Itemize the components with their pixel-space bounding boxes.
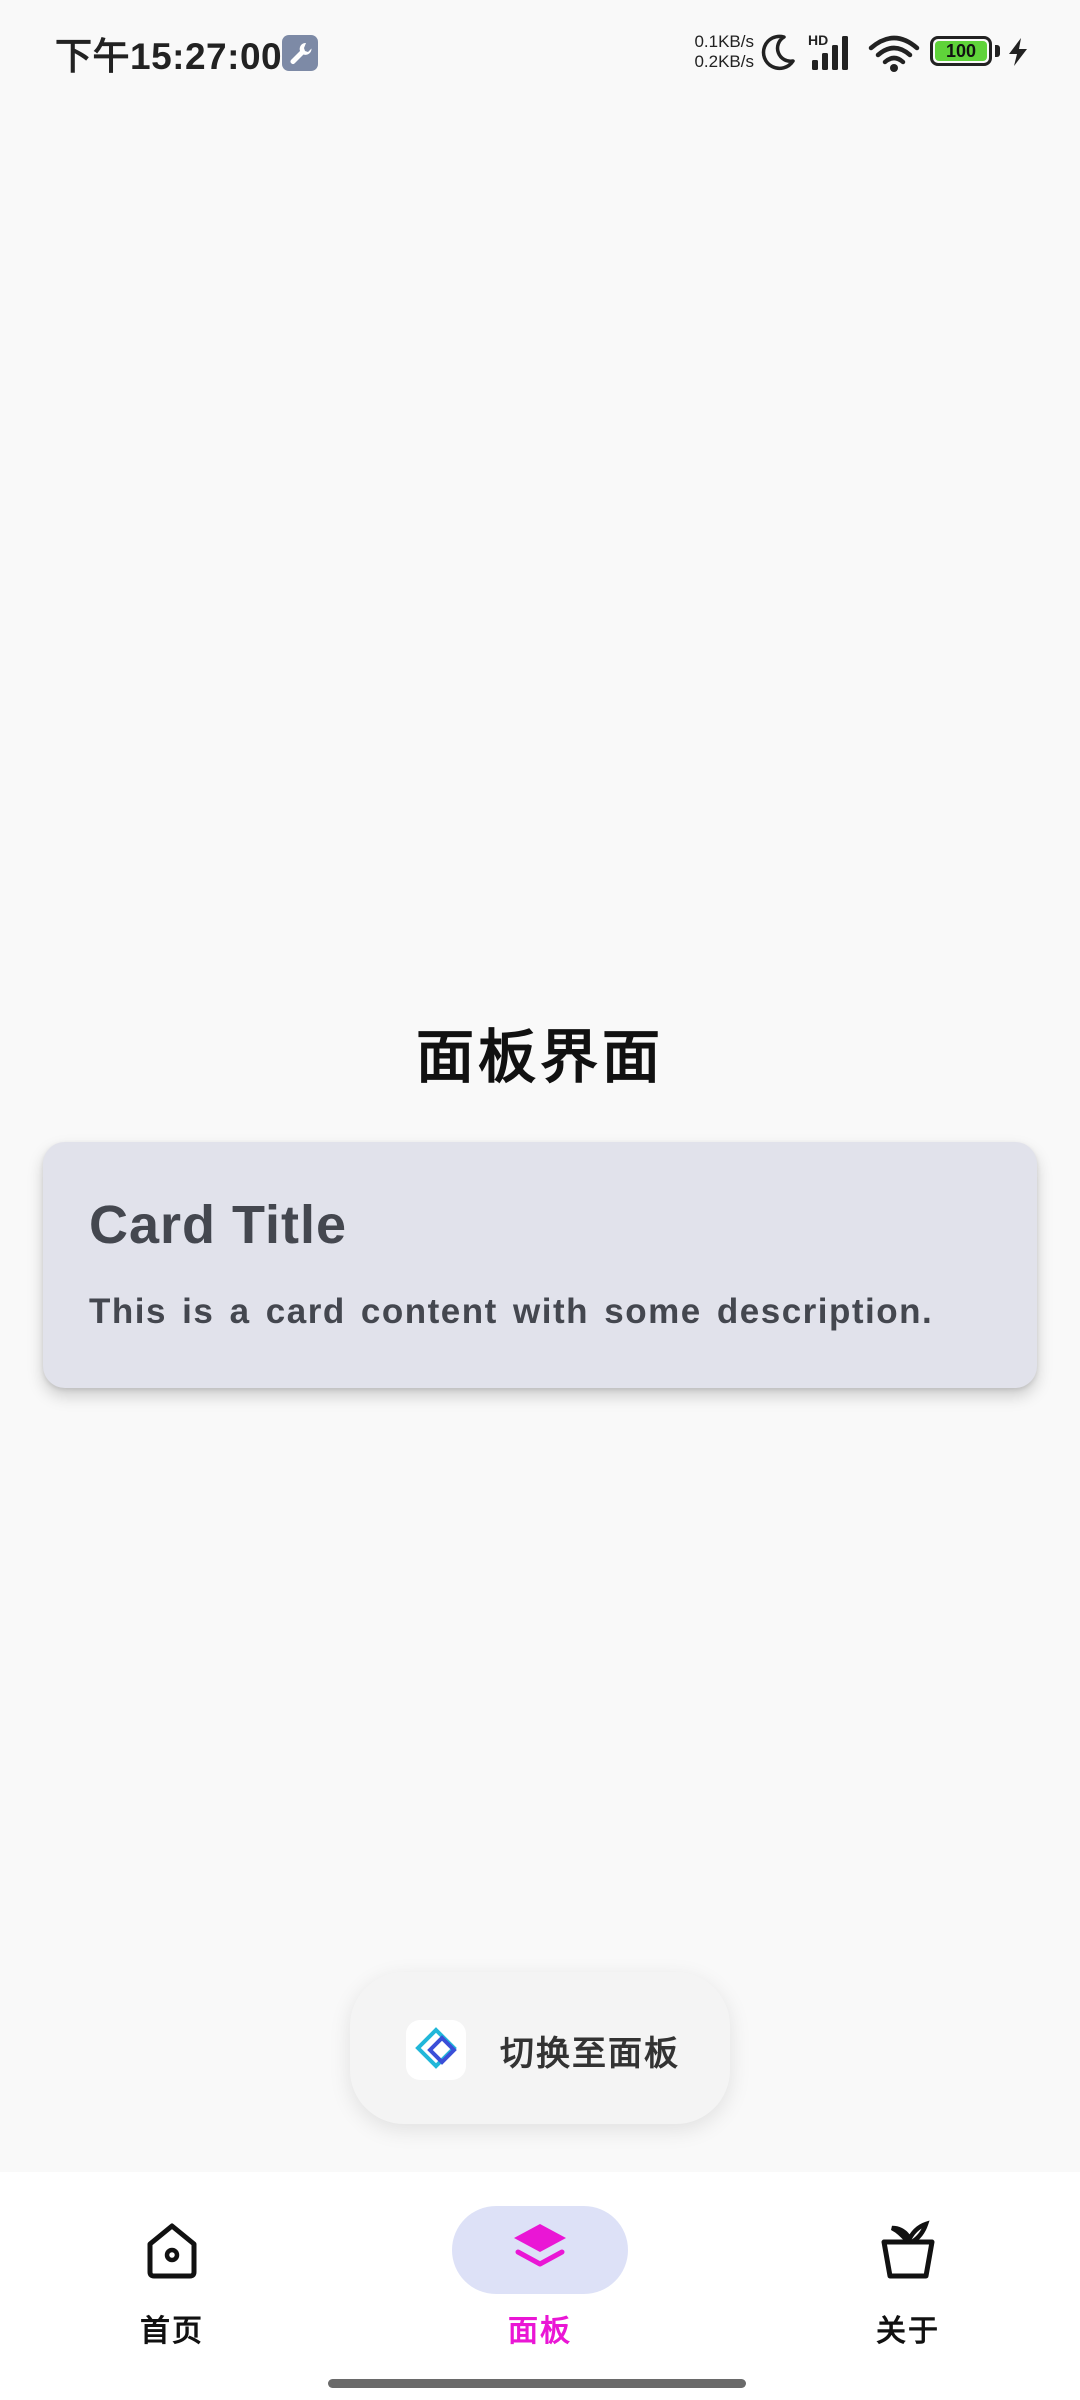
layers-icon: [514, 2224, 566, 2267]
home-gesture-bar[interactable]: [328, 2379, 746, 2388]
nav-item-home[interactable]: 首页: [72, 2172, 272, 2352]
wrench-icon: [282, 35, 318, 71]
net-down-speed: 0.2KB/s: [694, 52, 754, 71]
bottom-navigation: 首页 面板 关于: [0, 2172, 1080, 2400]
home-icon: [147, 2223, 197, 2279]
toast-text: 切换至面板: [500, 2034, 680, 2074]
battery-level: 100: [935, 41, 987, 61]
app-logo-icon: [406, 2020, 466, 2080]
card-title: Card Title: [89, 1195, 348, 1255]
nav-item-about[interactable]: 关于: [808, 2172, 1008, 2352]
network-speed: 0.1KB/s 0.2KB/s: [682, 32, 754, 72]
moon-icon: [761, 34, 795, 71]
app-screen: 下午15:27:00 0.1KB/s 0.2KB/s HD 100 面板界面 C…: [0, 0, 1080, 2400]
card-content: This is a card content with some descrip…: [89, 1292, 934, 1331]
toast-message: 切换至面板: [350, 1972, 730, 2124]
page-title: 面板界面: [415, 1023, 664, 1091]
status-time: 下午15:27:00: [55, 36, 283, 77]
nav-label-panel: 面板: [508, 2314, 572, 2349]
battery-indicator: 100: [930, 36, 992, 66]
info-card[interactable]: Card Title This is a card content with s…: [43, 1142, 1037, 1388]
nav-label-home: 首页: [140, 2314, 204, 2349]
signal-icon: [812, 36, 848, 70]
status-bar: 下午15:27:00 0.1KB/s 0.2KB/s HD 100: [0, 0, 1080, 104]
wifi-icon: [868, 35, 920, 72]
net-up-speed: 0.1KB/s: [694, 32, 754, 51]
nav-label-about: 关于: [876, 2314, 940, 2349]
charging-bolt-icon: [1009, 38, 1027, 66]
basket-icon: [881, 2220, 935, 2279]
battery-cap: [995, 45, 1000, 57]
nav-item-panel[interactable]: 面板: [440, 2172, 640, 2352]
